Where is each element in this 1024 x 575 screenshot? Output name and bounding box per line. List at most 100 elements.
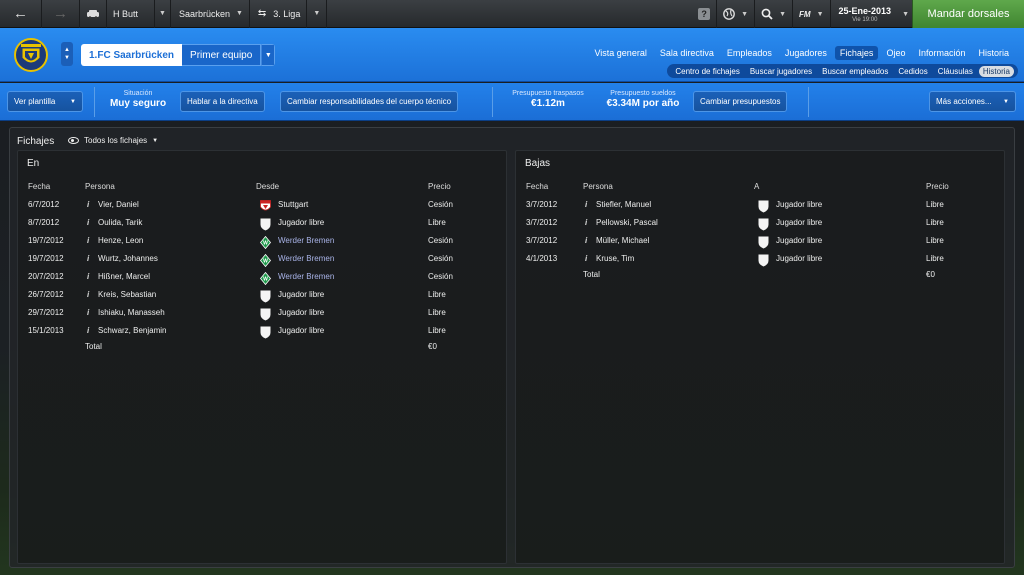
table-row[interactable]: 19/7/2012 i Wurtz, Johannes W Werder Bremen C…	[18, 250, 506, 268]
row-club[interactable]: Jugador libre	[776, 218, 822, 227]
tab-sala-directiva[interactable]: Sala directiva	[655, 46, 719, 60]
info-icon[interactable]: i	[585, 236, 587, 245]
subtab-centro-de-fichajes[interactable]: Centro de fichajes	[671, 66, 743, 77]
row-person[interactable]: Pellowski, Pascal	[596, 218, 658, 227]
continue-button[interactable]: Mandar dorsales	[912, 0, 1024, 28]
info-icon[interactable]: i	[87, 236, 89, 245]
search-menu[interactable]: ▼	[755, 0, 794, 28]
subtab-cedidos[interactable]: Cedidos	[894, 66, 931, 77]
world-menu[interactable]: ▼	[717, 0, 756, 28]
date-dropdown[interactable]: ▼	[899, 0, 912, 28]
help-button[interactable]: ?	[692, 0, 718, 28]
row-date: 8/7/2012	[28, 218, 60, 227]
table-row[interactable]: 15/1/2013 i Schwarz, Benjamin Jugador libre…	[18, 322, 506, 340]
table-row[interactable]: 3/7/2012 i Stiefler, Manuel Jugador libre Li…	[516, 196, 1004, 214]
table-row[interactable]: 4/1/2013 i Kruse, Tim Jugador libre Libre	[516, 250, 1004, 268]
tab-historia[interactable]: Historia	[973, 46, 1014, 60]
home-button[interactable]	[80, 0, 107, 28]
team-name[interactable]: Primer equipo	[182, 44, 262, 66]
club-menu[interactable]: Saarbrücken ▼	[171, 0, 250, 28]
table-row[interactable]: 6/7/2012 i Vier, Daniel Stuttgart Cesión	[18, 196, 506, 214]
row-club[interactable]: Jugador libre	[278, 290, 324, 299]
club-name[interactable]: 1.FC Saarbrücken	[81, 44, 183, 66]
column-header-fee[interactable]: Precio	[926, 182, 949, 191]
row-person[interactable]: Vier, Daniel	[98, 200, 139, 209]
table-row[interactable]: 29/7/2012 i Ishiaku, Manasseh Jugador libre…	[18, 304, 506, 322]
tab-jugadores[interactable]: Jugadores	[780, 46, 832, 60]
manager-dropdown[interactable]: ▼	[155, 0, 171, 28]
table-row[interactable]: 8/7/2012 i Oulida, Tarik Jugador libre Libre	[18, 214, 506, 232]
tab-ojeo[interactable]: Ojeo	[881, 46, 910, 60]
column-header-to[interactable]: A	[754, 182, 759, 191]
talk-to-board-button[interactable]: Hablar a la directiva	[180, 91, 265, 112]
row-club[interactable]: Werder Bremen	[278, 236, 334, 245]
stuttgart-crest-icon	[260, 200, 271, 213]
subtab-historia[interactable]: Historia	[978, 65, 1014, 77]
row-club[interactable]: Jugador libre	[776, 254, 822, 263]
date-display[interactable]: 25-Ene-2013 Vie 19:00	[831, 0, 900, 28]
table-row[interactable]: 3/7/2012 i Pellowski, Pascal Jugador libre L…	[516, 214, 1004, 232]
manager-menu[interactable]: H Butt	[107, 0, 155, 28]
league-dropdown[interactable]: ▼	[307, 0, 328, 28]
row-person[interactable]: Wurtz, Johannes	[98, 254, 158, 263]
info-icon[interactable]: i	[87, 290, 89, 299]
back-button[interactable]: ←	[0, 0, 42, 28]
row-person[interactable]: Henze, Leon	[98, 236, 143, 245]
table-row[interactable]: 3/7/2012 i Müller, Michael Jugador libre Lib…	[516, 232, 1004, 250]
info-icon[interactable]: i	[585, 200, 587, 209]
change-budgets-button[interactable]: Cambiar presupuestos	[693, 91, 788, 112]
row-person[interactable]: Hißner, Marcel	[98, 272, 150, 281]
row-club[interactable]: Werder Bremen	[278, 254, 334, 263]
row-person[interactable]: Stiefler, Manuel	[596, 200, 651, 209]
row-person[interactable]: Oulida, Tarik	[98, 218, 142, 227]
transfer-filter-dropdown[interactable]: Todos los fichajes ▼	[68, 136, 158, 145]
row-person[interactable]: Kruse, Tim	[596, 254, 634, 263]
table-row[interactable]: 19/7/2012 i Henze, Leon W Werder Bremen Cesió…	[18, 232, 506, 250]
info-icon[interactable]: i	[585, 218, 587, 227]
club-selector[interactable]: 1.FC Saarbrücken Primer equipo ▼	[81, 44, 276, 66]
table-row[interactable]: 26/7/2012 i Kreis, Sebastian Jugador libre L…	[18, 286, 506, 304]
more-actions-button[interactable]: Más acciones... ▼	[929, 91, 1016, 112]
row-club[interactable]: Jugador libre	[278, 308, 324, 317]
column-header-person[interactable]: Persona	[85, 182, 115, 191]
row-club[interactable]: Jugador libre	[278, 218, 324, 227]
subtab-buscar-empleados[interactable]: Buscar empleados	[818, 66, 892, 77]
subtab-clausulas[interactable]: Cláusulas	[934, 66, 977, 77]
row-club[interactable]: Jugador libre	[776, 200, 822, 209]
column-header-from[interactable]: Desde	[256, 182, 279, 191]
subtab-buscar-jugadores[interactable]: Buscar jugadores	[746, 66, 816, 77]
row-club[interactable]: Jugador libre	[776, 236, 822, 245]
info-icon[interactable]: i	[87, 308, 89, 317]
league-menu[interactable]: ⇆ 3. Liga	[250, 0, 308, 28]
squad-view-button[interactable]: Ver plantilla ▼	[7, 91, 83, 112]
tab-empleados[interactable]: Empleados	[722, 46, 777, 60]
club-switch-arrows[interactable]: ▲ ▼	[61, 42, 73, 66]
forward-button[interactable]: →	[42, 0, 80, 28]
row-club[interactable]: Jugador libre	[278, 326, 324, 335]
tab-vista-general[interactable]: Vista general	[589, 46, 651, 60]
column-header-person[interactable]: Persona	[583, 182, 613, 191]
fm-menu[interactable]: FM ▼	[793, 0, 831, 28]
column-header-date[interactable]: Fecha	[526, 182, 548, 191]
row-person[interactable]: Kreis, Sebastian	[98, 290, 156, 299]
info-icon[interactable]: i	[87, 272, 89, 281]
row-club[interactable]: Stuttgart	[278, 200, 308, 209]
club-crest-icon[interactable]	[14, 38, 48, 72]
team-dropdown[interactable]: ▼	[261, 44, 276, 66]
info-icon[interactable]: i	[87, 326, 89, 335]
row-person[interactable]: Ishiaku, Manasseh	[98, 308, 165, 317]
info-icon[interactable]: i	[585, 254, 587, 263]
divider	[808, 87, 809, 117]
row-club[interactable]: Werder Bremen	[278, 272, 334, 281]
change-staff-responsibilities-button[interactable]: Cambiar responsabilidades del cuerpo téc…	[280, 91, 459, 112]
table-row[interactable]: 20/7/2012 i Hißner, Marcel W Werder Bremen Ce…	[18, 268, 506, 286]
row-person[interactable]: Schwarz, Benjamin	[98, 326, 166, 335]
info-icon[interactable]: i	[87, 254, 89, 263]
info-icon[interactable]: i	[87, 218, 89, 227]
tab-fichajes[interactable]: Fichajes	[834, 46, 879, 60]
info-icon[interactable]: i	[87, 200, 89, 209]
tab-informacion[interactable]: Información	[913, 46, 970, 60]
row-person[interactable]: Müller, Michael	[596, 236, 649, 245]
column-header-date[interactable]: Fecha	[28, 182, 50, 191]
column-header-fee[interactable]: Precio	[428, 182, 451, 191]
